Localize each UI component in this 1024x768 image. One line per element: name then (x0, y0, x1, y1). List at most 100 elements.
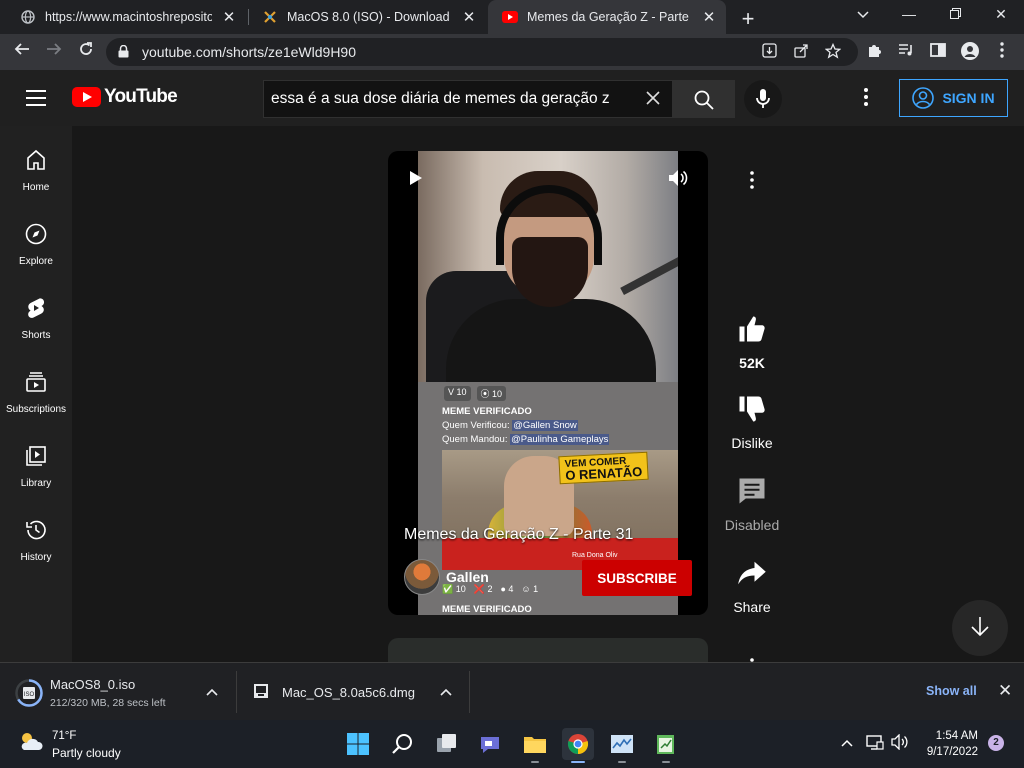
extensions-puzzle-icon[interactable] (864, 42, 884, 62)
minimize-button[interactable]: — (886, 0, 932, 30)
youtube-play-logo-icon (72, 87, 101, 107)
active-indicator (571, 761, 585, 763)
tab-youtube-short[interactable]: Memes da Geração Z - Parte 31 - ✕ (488, 0, 726, 34)
sidebar-item-explore[interactable]: Explore (0, 200, 72, 270)
volume-icon[interactable] (891, 733, 909, 753)
back-button[interactable] (10, 40, 34, 64)
clear-search-icon[interactable] (646, 88, 660, 111)
file-explorer-button[interactable] (519, 728, 551, 763)
weather-widget[interactable] (18, 730, 44, 757)
tab-title: Memes da Geração Z - Parte 31 - (527, 10, 692, 24)
share-page-icon[interactable] (792, 43, 810, 61)
new-tab-button[interactable]: + (738, 6, 758, 32)
chevron-up-icon[interactable] (206, 685, 218, 699)
search-icon (392, 734, 412, 754)
short-more-options-icon[interactable] (748, 170, 756, 190)
tab-macos-download[interactable]: MacOS 8.0 (ISO) - Download Sun ✕ (248, 0, 486, 34)
chrome-icon (567, 734, 589, 755)
restore-button[interactable] (932, 0, 978, 30)
voice-search-button[interactable] (744, 80, 782, 118)
verifier-line: Quem Verificou: @Gallen Snow (442, 420, 578, 431)
tab-close-button[interactable]: ✕ (700, 8, 718, 26)
tab-title: https://www.macintoshrepository.org (45, 10, 212, 24)
download-item[interactable]: Mac_OS_8.0a5c6.dmg (237, 663, 469, 721)
shorts-icon (28, 298, 45, 318)
chrome-taskbar-button[interactable] (562, 728, 594, 763)
tray-overflow-chevron-icon[interactable] (841, 734, 853, 750)
search-input[interactable]: essa é a sua dose diária de memes da ger… (263, 80, 673, 118)
sender-user: @Paulinha Gameplays (510, 434, 610, 445)
running-indicator (662, 761, 670, 763)
tab-close-button[interactable]: ✕ (220, 8, 238, 26)
badge-count: 10 (492, 389, 503, 399)
short-title[interactable]: Memes da Geração Z - Parte 31 (404, 526, 633, 544)
profile-avatar-icon[interactable] (960, 42, 980, 62)
microphone-icon (756, 89, 770, 108)
taskbar-clock[interactable]: 1:54 AM 9/17/2022 (922, 728, 978, 760)
channel-avatar[interactable] (404, 559, 440, 595)
comments-button[interactable]: Disabled (720, 476, 784, 533)
sidebar-item-library[interactable]: Library (0, 422, 72, 492)
meme-heading: MEME VERIFICADO (442, 406, 532, 417)
tab-search-chevron-icon[interactable] (840, 0, 886, 30)
stat: ● 4 (500, 584, 514, 594)
install-app-icon[interactable] (760, 43, 778, 61)
running-indicator (618, 761, 626, 763)
bookmark-star-icon[interactable] (824, 42, 842, 61)
teams-chat-button[interactable] (474, 728, 506, 760)
download-item[interactable]: ISO MacOS8_0.iso 212/320 MB, 28 secs lef… (0, 663, 236, 721)
notification-count-badge[interactable]: 2 (988, 735, 1004, 751)
notepad-app-button[interactable] (650, 728, 682, 763)
sign-in-button[interactable]: SIGN IN (899, 79, 1008, 117)
next-short-preview[interactable] (388, 638, 708, 662)
youtube-logo[interactable]: YouTube (72, 86, 178, 108)
site-favicon-icon (262, 9, 278, 25)
sidebar-item-label: Home (22, 182, 50, 193)
taskbar-search-button[interactable] (387, 728, 419, 760)
running-indicator (531, 761, 539, 763)
hamburger-menu-icon[interactable] (26, 90, 46, 106)
address-bar[interactable]: youtube.com/shorts/ze1eWld9H90 (106, 38, 858, 66)
show-all-downloads-link[interactable]: Show all (926, 684, 977, 698)
short-player[interactable]: V 10 ⦿ 10 MEME VERIFICADO Quem Verificou… (388, 151, 708, 615)
network-icon[interactable] (866, 734, 884, 753)
task-view-button[interactable] (431, 728, 463, 760)
tab-close-button[interactable]: ✕ (460, 8, 478, 26)
close-window-button[interactable]: ✕ (978, 0, 1024, 30)
channel-name[interactable]: Gallen (446, 569, 489, 585)
search-button[interactable] (673, 80, 735, 118)
share-button[interactable]: Share (720, 558, 784, 615)
reload-button[interactable] (74, 40, 98, 64)
chevron-up-icon[interactable] (440, 685, 452, 699)
tab-macintoshrepository[interactable]: https://www.macintoshrepository.org ✕ (6, 0, 246, 34)
sidebar-item-subscriptions[interactable]: Subscriptions (0, 348, 72, 418)
forward-button[interactable] (42, 40, 66, 64)
stat-value: 2 (487, 584, 493, 594)
play-icon[interactable] (410, 171, 422, 185)
close-downloads-bar-icon[interactable]: ✕ (998, 681, 1012, 701)
sidebar-item-label: Shorts (21, 330, 51, 341)
stat: ❌ 2 (473, 584, 493, 594)
thumbs-down-icon (739, 396, 765, 422)
start-button[interactable] (342, 728, 374, 760)
volume-icon[interactable] (668, 169, 688, 187)
media-control-icon[interactable] (896, 42, 916, 62)
download-filename: Mac_OS_8.0a5c6.dmg (282, 685, 415, 700)
account-icon (912, 87, 935, 109)
chrome-menu-icon[interactable] (992, 42, 1012, 62)
side-panel-icon[interactable] (928, 42, 948, 62)
settings-more-icon[interactable] (864, 88, 878, 110)
resource-monitor-button[interactable] (606, 728, 638, 763)
like-button[interactable]: 52K (720, 314, 784, 371)
meme-badges: V 10 ⦿ 10 (444, 386, 507, 401)
next-short-button[interactable] (952, 600, 1008, 656)
dislike-button[interactable]: Dislike (720, 394, 784, 451)
sidebar-item-home[interactable]: Home (0, 126, 72, 196)
sidebar-item-history[interactable]: History (0, 496, 72, 566)
subscribe-button[interactable]: SUBSCRIBE (582, 560, 692, 596)
like-count: 52K (739, 355, 765, 371)
stat-value: 4 (508, 584, 514, 594)
sign-in-label: SIGN IN (942, 90, 995, 106)
globe-icon (20, 9, 36, 25)
sidebar-item-shorts[interactable]: Shorts (0, 274, 72, 344)
